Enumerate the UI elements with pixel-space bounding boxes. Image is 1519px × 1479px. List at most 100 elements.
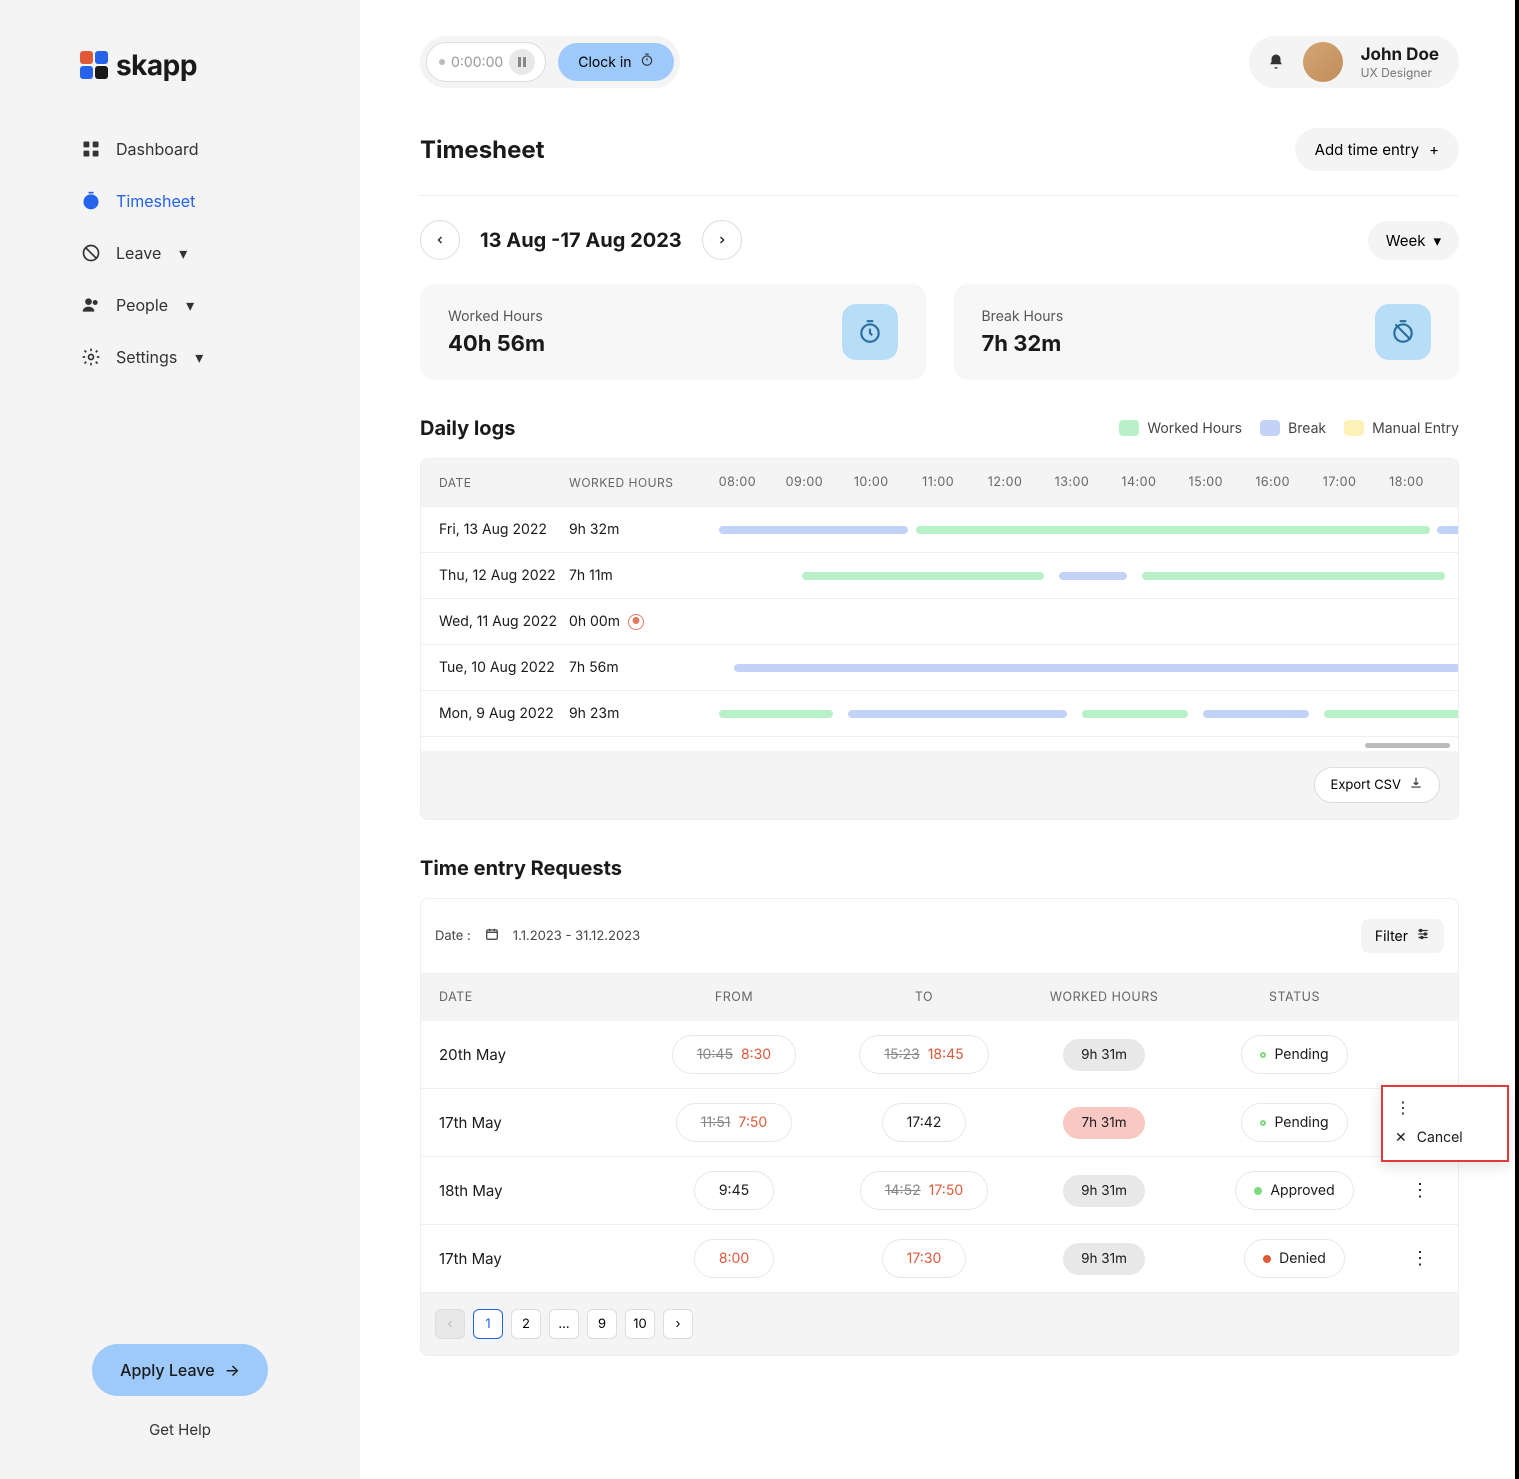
logo: skapp (0, 48, 360, 82)
sidebar-item-label: Timesheet (116, 191, 195, 211)
export-label: Export CSV (1331, 777, 1401, 793)
sliders-icon (1416, 927, 1430, 945)
hour-label: 11:00 (905, 475, 972, 490)
filter-button[interactable]: Filter (1361, 919, 1444, 953)
get-help-link[interactable]: Get Help (149, 1420, 211, 1439)
add-entry-label: Add time entry (1315, 140, 1419, 159)
hour-label: 15:00 (1172, 475, 1239, 490)
daily-log-row[interactable]: Thu, 12 Aug 20227h 11m (421, 552, 1458, 598)
sidebar-item-leave[interactable]: Leave ▾ (80, 234, 280, 272)
page-button[interactable]: ... (549, 1309, 579, 1339)
hour-label: 16:00 (1239, 475, 1306, 490)
cancel-label: Cancel (1417, 1129, 1463, 1146)
worked-hours-pill: 7h 31m (1063, 1107, 1144, 1139)
status-pill: Denied (1244, 1239, 1345, 1278)
hour-label: 10:00 (838, 475, 905, 490)
download-icon (1409, 776, 1423, 794)
requests-title: Time entry Requests (420, 856, 1459, 880)
date-filter-range[interactable]: 1.1.2023 - 31.12.2023 (513, 928, 640, 944)
status-pill: Pending (1241, 1035, 1347, 1074)
timeline-bar (684, 664, 1440, 672)
view-mode-select[interactable]: Week ▾ (1368, 221, 1459, 260)
bell-icon[interactable] (1267, 53, 1285, 71)
from-pill: 8:00 (694, 1239, 774, 1278)
sidebar-item-settings[interactable]: Settings ▾ (80, 338, 280, 376)
arrow-right-icon: → (225, 1360, 240, 1380)
daily-log-row[interactable]: Tue, 10 Aug 20227h 56m (421, 644, 1458, 690)
user-name: John Doe (1361, 45, 1439, 65)
daily-log-row[interactable]: Fri, 13 Aug 20229h 32m (421, 506, 1458, 552)
hour-label: 14:00 (1105, 475, 1172, 490)
row-worked-hours: 9h 23m (569, 705, 684, 722)
daily-logs-table: DATE WORKED HOURS 08:0009:0010:0011:0012… (420, 458, 1459, 820)
page-button[interactable]: 9 (587, 1309, 617, 1339)
more-icon[interactable]: ⋮ (1395, 1097, 1495, 1117)
chevron-down-icon: ▾ (195, 347, 203, 367)
request-date: 17th May (439, 1113, 639, 1132)
col-to: TO (829, 990, 1019, 1005)
add-time-entry-button[interactable]: Add time entry + (1295, 128, 1459, 171)
hour-label: 09:00 (771, 475, 838, 490)
col-worked-hours: WORKED HOURS (569, 475, 684, 490)
page-prev-button[interactable]: ‹ (435, 1309, 465, 1339)
col-from: FROM (639, 990, 829, 1005)
avatar (1303, 42, 1343, 82)
sidebar-item-timesheet[interactable]: Timesheet (80, 182, 280, 220)
date-filter-label: Date : (435, 928, 471, 944)
user-role: UX Designer (1361, 65, 1439, 80)
apply-leave-label: Apply Leave (120, 1360, 214, 1380)
to-pill: 14:5217:50 (860, 1171, 988, 1210)
row-menu-button[interactable]: ⋮ (1400, 1250, 1440, 1268)
request-row: 17th May 11:517:50 17:42 7h 31m Pending … (420, 1089, 1459, 1157)
next-week-button[interactable] (702, 220, 742, 260)
page-button[interactable]: 2 (511, 1309, 541, 1339)
profile-group[interactable]: John Doe UX Designer (1249, 36, 1459, 88)
cancel-action[interactable]: ✕ Cancel (1395, 1129, 1495, 1146)
page-button[interactable]: 10 (625, 1309, 655, 1339)
sidebar-item-dashboard[interactable]: Dashboard (80, 130, 280, 168)
sidebar-item-label: Dashboard (116, 139, 199, 159)
page-title: Timesheet (420, 135, 545, 164)
request-date: 20th May (439, 1045, 639, 1064)
dashboard-icon (80, 138, 102, 160)
page-next-button[interactable]: › (663, 1309, 693, 1339)
page-button[interactable]: 1 (473, 1309, 503, 1339)
col-date: DATE (439, 990, 639, 1005)
request-date: 17th May (439, 1249, 639, 1268)
pagination: ‹ 12... 9 10 › (420, 1293, 1459, 1356)
legend-manual: Manual Entry (1372, 420, 1459, 437)
timeline-bar (684, 526, 1440, 534)
export-csv-button[interactable]: Export CSV (1314, 767, 1440, 803)
row-worked-hours: 0h 00m● (569, 613, 684, 630)
chevron-down-icon: ▾ (1433, 231, 1441, 250)
clock-in-button[interactable]: Clock in (558, 43, 673, 81)
pause-button[interactable] (509, 49, 535, 75)
row-date: Fri, 13 Aug 2022 (439, 521, 569, 538)
from-pill: 11:517:50 (676, 1103, 792, 1142)
daily-log-row[interactable]: Mon, 9 Aug 20229h 23m (421, 690, 1458, 736)
logo-icon (80, 51, 108, 79)
row-worked-hours: 7h 11m (569, 567, 684, 584)
gear-icon (80, 346, 102, 368)
sidebar: skapp Dashboard Timesheet Leave ▾ People… (0, 0, 360, 1479)
stopwatch-icon (640, 53, 654, 71)
row-worked-hours: 7h 56m (569, 659, 684, 676)
stat-value: 7h 32m (982, 331, 1064, 357)
worked-hours-pill: 9h 31m (1063, 1243, 1145, 1275)
prev-week-button[interactable] (420, 220, 460, 260)
stat-label: Break Hours (982, 308, 1064, 325)
holiday-icon: ● (628, 614, 644, 630)
timer-group: 0:00:00 Clock in (420, 36, 680, 88)
sidebar-item-label: Leave (116, 243, 161, 263)
daily-logs-title: Daily logs (420, 416, 515, 440)
row-date: Mon, 9 Aug 2022 (439, 705, 569, 722)
close-icon: ✕ (1395, 1129, 1407, 1146)
col-date: DATE (439, 475, 569, 490)
sidebar-item-people[interactable]: People ▾ (80, 286, 280, 324)
stat-value: 40h 56m (448, 331, 545, 357)
apply-leave-button[interactable]: Apply Leave → (92, 1344, 268, 1396)
row-menu-button[interactable]: ⋮ (1400, 1182, 1440, 1200)
worked-hours-pill: 9h 31m (1063, 1039, 1145, 1071)
daily-log-row[interactable]: Wed, 11 Aug 20220h 00m● (421, 598, 1458, 644)
horizontal-scrollbar[interactable] (421, 736, 1458, 751)
